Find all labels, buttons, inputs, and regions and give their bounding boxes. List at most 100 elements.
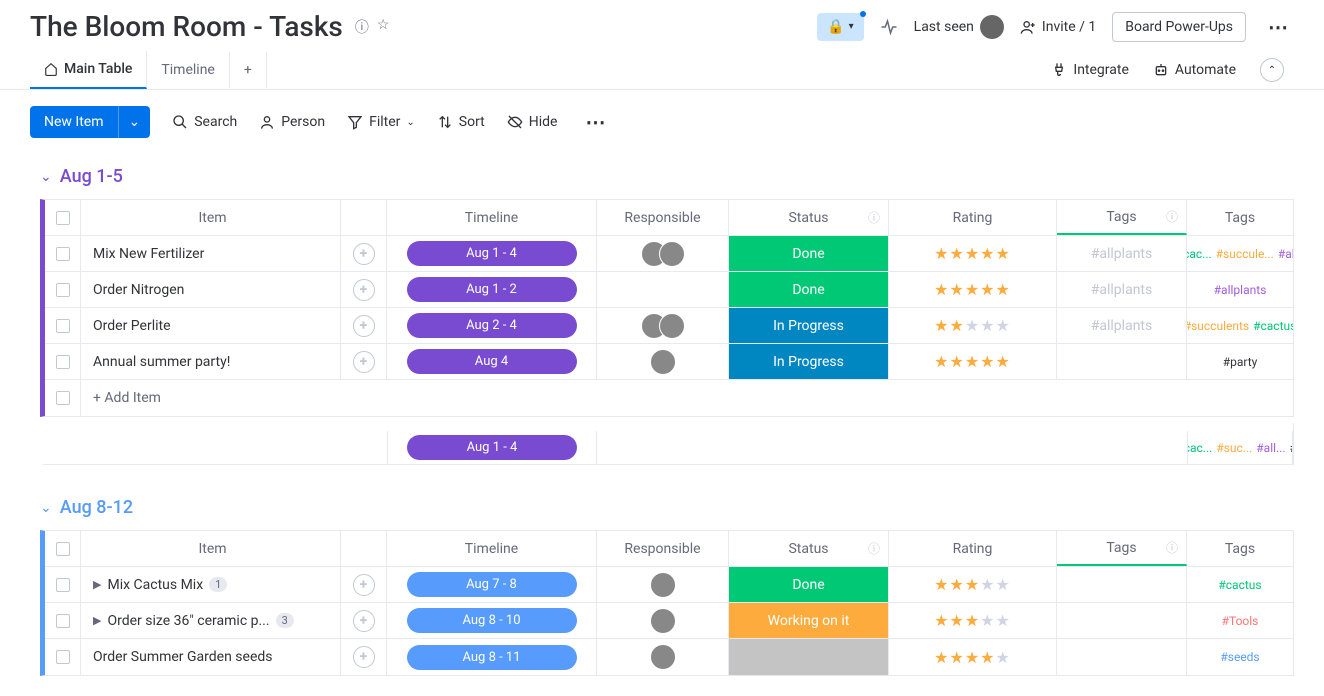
row-checkbox[interactable]: [56, 355, 70, 369]
tag[interactable]: #succulents: [1187, 319, 1249, 333]
group-header[interactable]: ⌄ Aug 8-12: [40, 485, 1294, 530]
item-cell[interactable]: Order Perlite: [81, 308, 341, 343]
chevron-down-icon[interactable]: ⌄: [118, 106, 151, 138]
tab-main-table[interactable]: Main Table: [30, 51, 147, 89]
rating-cell[interactable]: ★★★★★: [934, 316, 1011, 335]
tag[interactable]: #cac...: [1187, 441, 1212, 455]
toolbar-more-button[interactable]: ⋯: [579, 110, 611, 134]
item-cell[interactable]: Annual summer party!: [81, 344, 341, 379]
tab-timeline[interactable]: Timeline: [147, 52, 229, 88]
responsible-cell[interactable]: [597, 603, 729, 638]
info-icon[interactable]: ⓘ: [355, 17, 369, 37]
row-checkbox[interactable]: [56, 319, 70, 333]
timeline-pill[interactable]: Aug 4: [407, 349, 577, 374]
rating-cell[interactable]: ★★★★★: [934, 648, 1011, 667]
add-item-button[interactable]: + Add Item: [81, 380, 1293, 416]
add-update-button[interactable]: +: [353, 351, 375, 373]
rating-cell[interactable]: ★★★★★: [934, 611, 1011, 630]
tags-cell-1[interactable]: [1057, 567, 1187, 602]
tag[interactable]: #allp: [1278, 247, 1293, 261]
timeline-pill[interactable]: Aug 2 - 4: [407, 313, 577, 338]
column-tags-2[interactable]: Tags: [1187, 200, 1293, 235]
item-cell[interactable]: Mix New Fertilizer: [81, 236, 341, 271]
tag[interactable]: #succule...: [1216, 247, 1274, 261]
expand-icon[interactable]: ▶: [93, 614, 101, 627]
chevron-down-icon[interactable]: ⌄: [40, 500, 52, 516]
timeline-pill[interactable]: Aug 8 - 11: [407, 645, 577, 670]
column-item[interactable]: Item: [81, 531, 341, 566]
responsible-cell[interactable]: [597, 308, 729, 343]
rating-cell[interactable]: ★★★★★: [934, 352, 1011, 371]
tags-cell-2[interactable]: #allplants: [1187, 272, 1293, 307]
tags-cell-1[interactable]: [1057, 603, 1187, 638]
row-checkbox[interactable]: [56, 247, 70, 261]
expand-icon[interactable]: ▶: [93, 578, 101, 591]
status-cell[interactable]: [729, 639, 888, 675]
row-checkbox[interactable]: [56, 614, 70, 628]
responsible-cell[interactable]: [597, 639, 729, 675]
tag[interactable]: #cactus: [1218, 578, 1261, 592]
powerups-button[interactable]: Board Power-Ups: [1112, 12, 1246, 42]
activity-icon[interactable]: [880, 18, 898, 36]
tags-cell-1[interactable]: #allplants: [1057, 236, 1187, 271]
timeline-pill[interactable]: Aug 1 - 4: [407, 241, 577, 266]
item-cell[interactable]: Order Nitrogen: [81, 272, 341, 307]
responsible-cell[interactable]: [597, 236, 729, 271]
status-cell[interactable]: Done: [729, 272, 888, 307]
add-update-button[interactable]: +: [353, 315, 375, 337]
column-tags-1[interactable]: Tagsⓘ: [1057, 531, 1187, 566]
info-icon[interactable]: ⓘ: [1166, 208, 1178, 225]
status-cell[interactable]: In Progress: [729, 344, 888, 379]
chevron-down-icon[interactable]: ⌄: [40, 169, 52, 185]
status-cell[interactable]: Done: [729, 567, 888, 602]
tags-cell-1[interactable]: [1057, 344, 1187, 379]
responsible-cell[interactable]: [597, 344, 729, 379]
row-checkbox[interactable]: [56, 578, 70, 592]
add-update-button[interactable]: +: [353, 279, 375, 301]
status-cell[interactable]: Done: [729, 236, 888, 271]
tags-cell-2[interactable]: #cac... #succule... #allp: [1187, 236, 1293, 271]
column-status[interactable]: Statusⓘ: [729, 200, 889, 235]
add-update-button[interactable]: +: [353, 646, 375, 668]
column-rating[interactable]: Rating: [889, 200, 1057, 235]
rating-cell[interactable]: ★★★★★: [934, 244, 1011, 263]
tag[interactable]: #all...: [1256, 441, 1285, 455]
more-menu-button[interactable]: ⋯: [1262, 15, 1294, 39]
select-all-checkbox[interactable]: [56, 542, 70, 556]
add-update-button[interactable]: +: [353, 243, 375, 265]
column-tags-1[interactable]: Tagsⓘ: [1057, 200, 1187, 235]
column-tags-2[interactable]: Tags: [1187, 531, 1293, 566]
tag[interactable]: #allplants: [1214, 283, 1267, 297]
status-cell[interactable]: In Progress: [729, 308, 888, 343]
info-icon[interactable]: ⓘ: [1166, 539, 1178, 556]
person-filter-button[interactable]: Person: [259, 114, 325, 130]
column-status[interactable]: Statusⓘ: [729, 531, 889, 566]
column-timeline[interactable]: Timeline: [387, 200, 597, 235]
collapse-button[interactable]: ⌃: [1260, 58, 1284, 82]
last-seen-button[interactable]: Last seen: [914, 15, 1004, 39]
item-cell[interactable]: ▶ Order size 36" ceramic p... 3: [81, 603, 341, 638]
filter-button[interactable]: Filter ⌄: [347, 114, 415, 130]
responsible-cell[interactable]: [597, 272, 729, 307]
tags-cell-2[interactable]: #Tools: [1187, 603, 1293, 638]
row-checkbox[interactable]: [56, 391, 70, 405]
sort-button[interactable]: Sort: [437, 114, 485, 130]
info-icon[interactable]: ⓘ: [868, 540, 880, 557]
row-checkbox[interactable]: [56, 650, 70, 664]
tags-cell-2[interactable]: #succulents #cactus: [1187, 308, 1293, 343]
new-item-button[interactable]: New Item ⌄: [30, 106, 150, 138]
tags-cell-1[interactable]: #allplants: [1057, 272, 1187, 307]
row-checkbox[interactable]: [56, 283, 70, 297]
tab-add[interactable]: +: [230, 52, 267, 88]
timeline-pill[interactable]: Aug 8 - 10: [407, 608, 577, 633]
lock-button[interactable]: 🔒 ▾: [817, 13, 863, 41]
item-cell[interactable]: Order Summer Garden seeds: [81, 639, 341, 675]
invite-button[interactable]: Invite / 1: [1020, 19, 1096, 35]
tags-cell-2[interactable]: #seeds: [1187, 639, 1293, 675]
tags-cell-1[interactable]: [1057, 639, 1187, 675]
responsible-cell[interactable]: [597, 567, 729, 602]
column-item[interactable]: Item: [81, 200, 341, 235]
tags-cell-1[interactable]: #allplants: [1057, 308, 1187, 343]
group-header[interactable]: ⌄ Aug 1-5: [40, 154, 1294, 199]
rating-cell[interactable]: ★★★★★: [934, 280, 1011, 299]
